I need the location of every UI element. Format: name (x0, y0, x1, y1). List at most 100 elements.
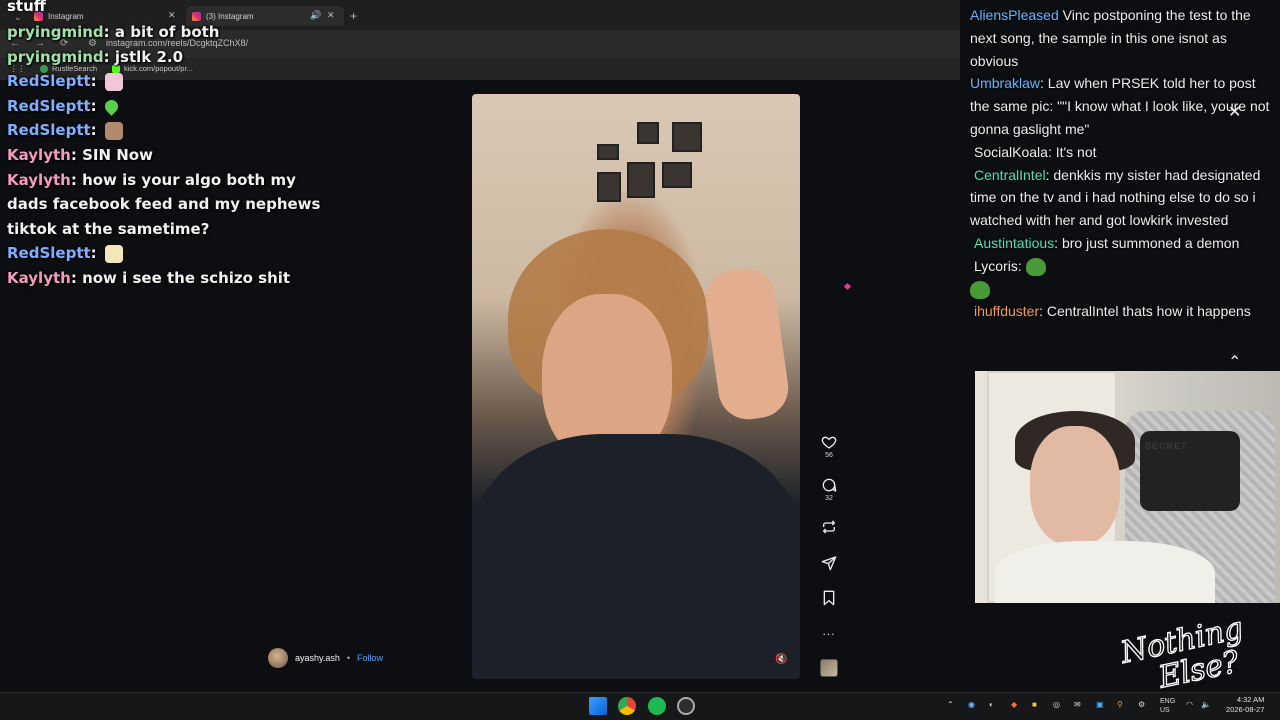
cat-emote-icon (104, 244, 123, 263)
chat-message: AliensPleased Vinc postponing the test t… (970, 4, 1270, 72)
tray-app-icon[interactable]: ⚙ (1138, 700, 1145, 709)
chat-text: SIN Now (82, 145, 153, 164)
tray-app-icon[interactable]: ■ (1032, 700, 1037, 709)
steam-icon[interactable]: ◐ (989, 700, 994, 709)
follow-button[interactable]: Follow (357, 653, 383, 663)
chat-fragment: stuff (7, 0, 46, 15)
chat-username: RedSleptt (7, 244, 91, 263)
chat-username: Kaylyth (7, 170, 71, 189)
person-hoodie (472, 434, 800, 679)
wall-frame (637, 122, 659, 144)
chat-username: AliensPleased (970, 7, 1059, 23)
tray-app-icon[interactable]: ◎ (1053, 700, 1060, 709)
like-button[interactable]: 56 (812, 434, 846, 468)
chat-username: RedSleptt (7, 72, 91, 91)
chat-username: pryingmind (7, 47, 104, 66)
separator: • (346, 653, 351, 663)
reel-video[interactable] (472, 94, 800, 679)
spotify-icon[interactable] (648, 697, 666, 715)
chat-username: Kaylyth (7, 145, 71, 164)
green-drop-emote-icon (102, 97, 121, 116)
comment-icon (822, 478, 837, 492)
chat-message: RedSleptt: (7, 241, 337, 266)
pink-bear-emote-icon (104, 72, 123, 91)
clock-time: 4:32 AM (1236, 695, 1265, 704)
chair-brand-label: SECRET (1145, 441, 1188, 451)
tray-app-icon[interactable]: ▣ (1096, 700, 1104, 709)
chat-message: Umbraklaw: Lav when PRSEK told her to po… (970, 75, 1270, 137)
chat-username: ihuffduster (974, 303, 1040, 320)
reel-author: ayashy.ash • Follow (268, 648, 383, 668)
reel-actions: 56 32 ... (812, 434, 846, 658)
chat-message: RedSleptt: (7, 118, 337, 143)
screen: ⌄ Instagram ✕ (3) Instagram 🔊 ✕ + ← → ⟳ … (0, 0, 1280, 720)
chat-username: Lycoris (974, 257, 1018, 274)
save-button[interactable] (812, 590, 846, 624)
chat-message: pryingmind: a bit of both (7, 23, 220, 41)
share-button[interactable] (812, 555, 846, 589)
send-icon (821, 556, 837, 571)
webcam-feed (975, 371, 1280, 603)
more-options-button[interactable]: ... (812, 624, 846, 658)
person-hand (701, 264, 793, 424)
network-icon[interactable]: ◠ (1186, 700, 1193, 709)
audio-thumbnail[interactable] (820, 659, 838, 677)
tray-app-icon[interactable]: ⚲ (1117, 700, 1123, 709)
chat-text: now i see the schizo shit (82, 268, 291, 287)
streamer-face (1030, 426, 1120, 546)
chat-message: Lycoris: (970, 255, 1270, 301)
taskbar (0, 692, 1280, 720)
wall-frame (627, 162, 655, 198)
chat-text: a bit of both (114, 23, 220, 41)
system-clock[interactable]: 4:32 AM 2026-08-27 (1226, 695, 1264, 715)
chat-message: Austintatious: bro just summoned a demon (974, 234, 1240, 251)
clock-date: 2026-08-27 (1226, 705, 1265, 714)
obs-icon[interactable] (677, 697, 695, 715)
chat-message: RedSleptt: (7, 69, 337, 94)
language-indicator[interactable]: ENG US (1160, 697, 1175, 715)
chat-text: jstlk 2.0 (114, 47, 184, 66)
bear-emote-icon (104, 121, 123, 140)
author-name[interactable]: ayashy.ash (295, 653, 340, 663)
bookmark-icon (823, 590, 835, 606)
new-tab-icon[interactable]: + (350, 9, 357, 23)
comment-count: 32 (825, 495, 833, 502)
chrome-icon[interactable] (618, 697, 636, 715)
chat-message: Kaylyth: now i see the schizo shit (7, 268, 291, 287)
streamer-shirt (995, 541, 1215, 603)
right-chat-overlay: AliensPleased Vinc postponing the test t… (970, 4, 1270, 323)
cursor-marker (843, 282, 852, 291)
chat-username: CentralIntel (974, 166, 1046, 183)
chat-message: ihuffduster: CentralIntel thats how it h… (974, 303, 1251, 320)
tray-app-icon[interactable]: ◉ (968, 700, 975, 709)
pepe-emote-icon (1025, 258, 1046, 277)
mute-icon[interactable]: 🔇 (775, 654, 787, 665)
heart-icon (821, 436, 837, 449)
nothing-else-logo: Nothing Else? (1116, 615, 1247, 693)
region-code: US (1160, 707, 1170, 714)
comment-button[interactable]: 32 (812, 477, 846, 511)
chat-text: It's not (1055, 143, 1097, 160)
chevron-up-icon[interactable]: ⌃ (1228, 352, 1241, 372)
brave-icon[interactable]: ◆ (1011, 700, 1017, 709)
windows-start-icon[interactable] (589, 697, 607, 715)
close-icon[interactable]: ✕ (1228, 102, 1241, 122)
chat-text: bro just summoned a demon (1061, 234, 1240, 251)
repost-icon (822, 520, 836, 534)
chat-username: Umbraklaw (970, 75, 1041, 92)
repost-button[interactable] (812, 519, 846, 553)
chat-username: RedSleptt (7, 96, 91, 115)
author-avatar[interactable] (268, 648, 288, 668)
left-chat-overlay: pryingmind: a bit of both pryingmind: js… (7, 20, 337, 291)
volume-icon[interactable]: 🔈 (1201, 700, 1211, 709)
wall-frame (672, 122, 702, 152)
wall-frame (597, 172, 621, 202)
pepe-emote-icon (970, 280, 990, 299)
chat-message: Kaylyth: how is your algo both my dads f… (7, 170, 321, 238)
tray-overflow-icon[interactable]: ⌃ (947, 700, 954, 709)
like-count: 56 (825, 452, 833, 459)
chat-message: CentralIntel: denkkis my sister had desi… (970, 166, 1261, 229)
chat-message: RedSleptt: (7, 94, 337, 119)
chat-username: RedSleptt (7, 121, 91, 140)
mail-icon[interactable]: ✉ (1074, 700, 1081, 709)
